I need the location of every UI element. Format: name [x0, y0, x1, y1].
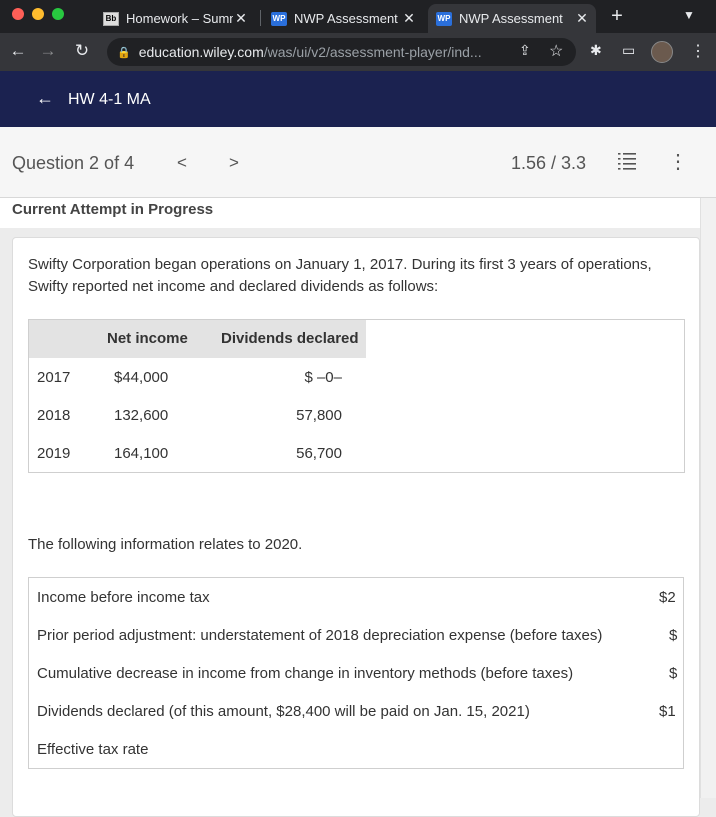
browser-tab-2[interactable]: WP NWP Assessment ✕ — [263, 4, 423, 33]
attempt-banner: Current Attempt in Progress — [0, 198, 700, 228]
table-row-label: Income before income tax — [37, 589, 210, 606]
table-row-value: $ — [669, 665, 678, 682]
close-tab-icon[interactable]: ✕ — [401, 10, 417, 27]
tab-title: NWP Assessment — [459, 11, 563, 26]
question-list-icon[interactable] — [616, 150, 638, 172]
address-bar[interactable]: 🔒 education.wiley.com/was/ui/v2/assessme… — [107, 38, 576, 66]
table-row-label: Cumulative decrease in income from chang… — [37, 665, 574, 682]
bookmark-star-icon[interactable]: ☆ — [549, 41, 563, 61]
attempt-status-label: Current Attempt in Progress — [12, 201, 214, 218]
profile-avatar[interactable] — [651, 41, 673, 63]
close-tab-icon[interactable]: ✕ — [233, 10, 249, 27]
back-arrow-icon[interactable]: ← — [36, 88, 54, 109]
table-row-label: Prior period adjustment: understatement … — [37, 627, 603, 644]
tab-title: Homework – Summ — [126, 11, 233, 26]
table-row-dividends: 56,700 — [296, 445, 342, 462]
assignment-title: HW 4-1 MA — [68, 91, 151, 108]
blackboard-favicon-icon: Bb — [103, 11, 119, 26]
table-row-value: $1 — [659, 703, 676, 720]
question-content-area: Current Attempt in Progress Swifty Corpo… — [0, 198, 716, 817]
table-row-net-income: $44,000 — [114, 369, 169, 386]
new-tab-button[interactable]: + — [607, 5, 627, 28]
close-window-button[interactable] — [12, 8, 24, 20]
minimize-window-button[interactable] — [32, 8, 44, 20]
question-navigation-bar: Question 2 of 4 < > 1.56 / 3.3 ⋮ — [0, 127, 716, 198]
browser-tab-1[interactable]: Bb Homework – Summ ✕ — [95, 4, 255, 33]
previous-question-chevron-icon[interactable]: < — [177, 153, 187, 173]
net-income-dividends-table: Net income Dividends declared 2017 $44,0… — [28, 319, 685, 473]
browser-tab-strip: Bb Homework – Summ ✕ WP NWP Assessment ✕… — [0, 0, 716, 33]
url-path: /was/ui/v2/assessment-player/ind... — [263, 44, 482, 60]
info-2020-text: The following information relates to 202… — [28, 536, 303, 553]
forward-arrow-icon[interactable]: → — [38, 41, 58, 61]
table-row-dividends: 57,800 — [296, 407, 342, 424]
table-row-net-income: 132,600 — [114, 407, 169, 424]
maximize-window-button[interactable] — [52, 8, 64, 20]
table-row-value: $ — [669, 627, 678, 644]
next-question-chevron-icon[interactable]: > — [229, 153, 239, 173]
score-display: 1.56 / 3.3 — [511, 153, 587, 173]
wileyplus-favicon-icon: WP — [436, 11, 452, 26]
sidebar-toggle-icon[interactable]: ▭ — [622, 42, 635, 59]
url-host: education.wiley.com — [138, 44, 264, 60]
column-header-dividends: Dividends declared — [221, 330, 359, 347]
table-row-label: Dividends declared (of this amount, $28,… — [37, 703, 530, 720]
table-row-value: $2 — [659, 589, 676, 606]
more-options-icon[interactable]: ⋮ — [668, 149, 688, 174]
reload-icon[interactable]: ↻ — [72, 41, 92, 61]
browser-tab-3-active[interactable]: WP NWP Assessment ✕ — [428, 4, 596, 33]
back-arrow-icon[interactable]: ← — [8, 41, 28, 61]
table-row-net-income: 164,100 — [114, 445, 169, 462]
table-row-dividends: $ –0– — [304, 369, 342, 386]
close-tab-icon[interactable]: ✕ — [574, 10, 590, 27]
table-row-year: 2018 — [37, 407, 71, 424]
extensions-puzzle-icon[interactable]: ✱ — [590, 42, 602, 59]
lock-icon: 🔒 — [117, 46, 131, 59]
tab-title: NWP Assessment — [294, 11, 398, 26]
app-header: ← HW 4-1 MA — [0, 71, 716, 127]
browser-menu-icon[interactable]: ⋮ — [690, 41, 706, 61]
tab-divider — [260, 10, 261, 26]
question-card: Swifty Corporation began operations on J… — [12, 237, 700, 817]
tab-search-chevron-icon[interactable]: ▼ — [683, 8, 695, 22]
table-row-year: 2019 — [37, 445, 71, 462]
question-counter: Question 2 of 4 — [12, 153, 135, 173]
question-intro-text: Swifty Corporation began operations on J… — [28, 256, 652, 295]
table-row-year: 2017 — [37, 369, 71, 386]
column-header-net-income: Net income — [107, 330, 188, 347]
table-row-label: Effective tax rate — [37, 741, 149, 758]
browser-toolbar: ← → ↻ 🔒 education.wiley.com/was/ui/v2/as… — [0, 33, 716, 71]
share-icon[interactable]: ⇪ — [519, 42, 531, 59]
page-scrollbar[interactable] — [700, 198, 716, 798]
info-2020-table: Income before income tax $2 Prior period… — [28, 577, 684, 769]
wileyplus-favicon-icon: WP — [271, 11, 287, 26]
